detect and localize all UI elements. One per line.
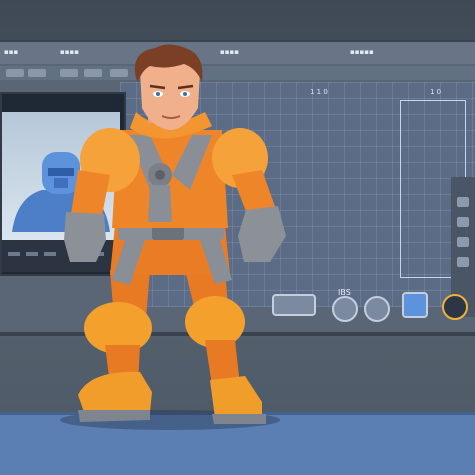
scene: ▪▪▪ ▪▪▪▪ ▪▪▪▪ ▪▪▪▪▪ 1 1 0 1 0 IBS [0, 0, 475, 475]
character-figure [60, 44, 286, 430]
